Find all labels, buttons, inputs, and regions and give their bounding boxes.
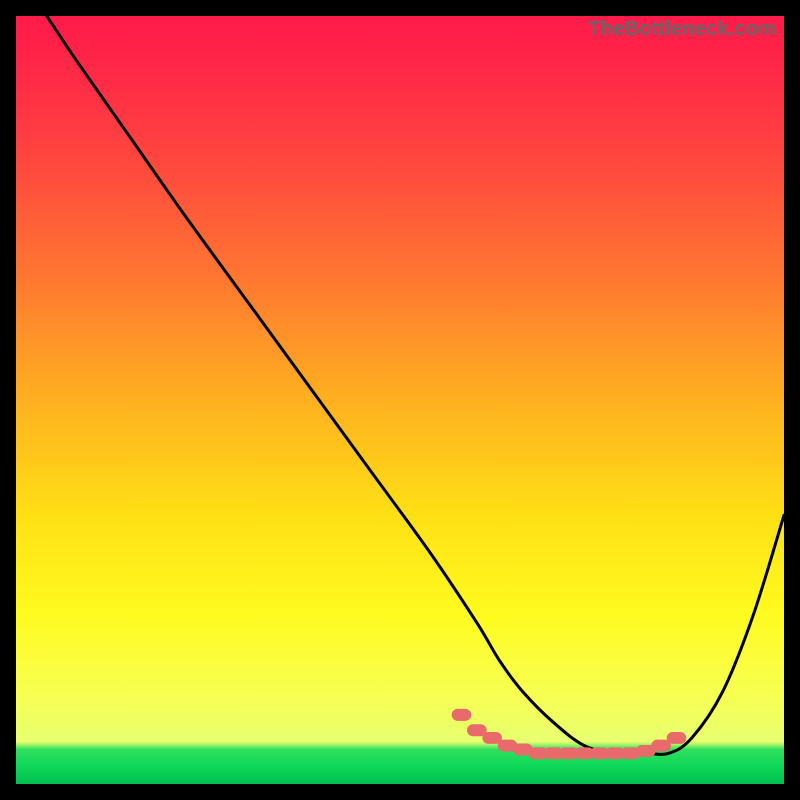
highlight-marker bbox=[667, 732, 687, 744]
highlight-marker bbox=[452, 709, 472, 721]
watermark-text: TheBottleneck.com bbox=[588, 18, 776, 41]
chart-frame: TheBottleneck.com bbox=[16, 16, 784, 784]
bottleneck-chart bbox=[16, 16, 784, 784]
gradient-background bbox=[16, 16, 784, 784]
